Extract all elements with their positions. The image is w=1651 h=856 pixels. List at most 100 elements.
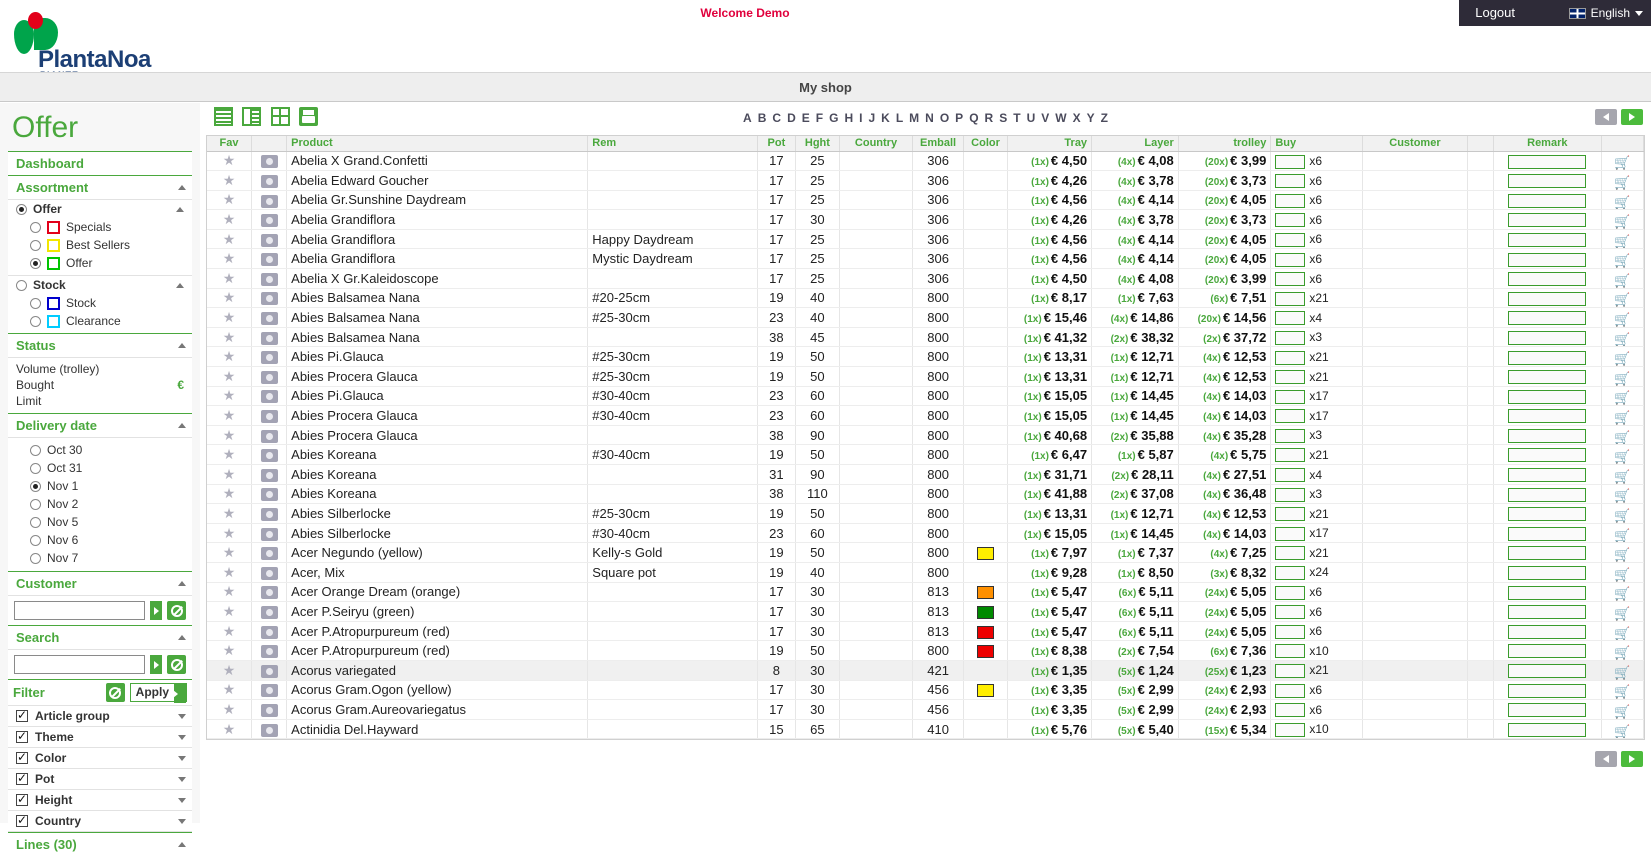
buy-cell[interactable]: x3 <box>1270 425 1363 446</box>
buy-cell[interactable]: x21 <box>1270 660 1363 681</box>
cart-cell[interactable] <box>1601 307 1645 328</box>
remark-cell[interactable] <box>1493 660 1602 681</box>
dashboard-panel[interactable]: Dashboard <box>8 151 192 175</box>
camera-icon[interactable] <box>260 508 278 522</box>
favorite-cell[interactable]: ★ <box>207 582 253 603</box>
remark-input[interactable] <box>1508 722 1587 737</box>
remark-input[interactable] <box>1508 644 1587 659</box>
cart-cell[interactable] <box>1601 503 1645 524</box>
buy-quantity-input[interactable] <box>1275 193 1306 208</box>
product-name-cell[interactable]: Acer P.Atropurpureum (red) <box>286 640 589 661</box>
col-buy[interactable]: Buy <box>1270 136 1363 152</box>
product-name-cell[interactable]: Abies Silberlocke <box>286 503 589 524</box>
buy-quantity-input[interactable] <box>1275 605 1306 620</box>
buy-cell[interactable]: x6 <box>1270 680 1363 701</box>
buy-cell[interactable]: x21 <box>1270 288 1363 309</box>
star-icon[interactable]: ★ <box>223 309 236 325</box>
photo-cell[interactable] <box>251 699 288 720</box>
photo-cell[interactable] <box>251 425 288 446</box>
camera-icon[interactable] <box>260 429 278 443</box>
favorite-cell[interactable]: ★ <box>207 503 253 524</box>
camera-icon[interactable] <box>260 155 278 169</box>
shopping-cart-icon[interactable] <box>1613 312 1632 325</box>
cart-cell[interactable] <box>1601 542 1645 563</box>
cart-cell[interactable] <box>1601 346 1645 368</box>
buy-quantity-input[interactable] <box>1275 526 1306 541</box>
buy-cell[interactable]: x6 <box>1270 268 1363 289</box>
favorite-cell[interactable]: ★ <box>207 190 253 211</box>
shopping-cart-icon[interactable] <box>1613 449 1632 462</box>
cart-cell[interactable] <box>1601 405 1645 426</box>
cart-cell[interactable] <box>1601 601 1645 622</box>
filter-item-height[interactable]: Height <box>8 790 192 811</box>
cart-cell[interactable] <box>1601 464 1645 485</box>
remark-input[interactable] <box>1508 174 1587 189</box>
shopping-cart-icon[interactable] <box>1613 684 1632 697</box>
alpha-C[interactable]: C <box>769 111 784 125</box>
filter-item-color[interactable]: Color <box>8 748 192 769</box>
collapse-icon[interactable] <box>178 635 186 640</box>
star-icon[interactable]: ★ <box>223 348 236 364</box>
delivery-date-nov-5[interactable]: Nov 5 <box>8 513 192 531</box>
favorite-cell[interactable]: ★ <box>207 601 253 622</box>
table-row[interactable]: ★ Abelia Gr.Sunshine Daydream 17 25 306 (1x) €… <box>207 190 1645 211</box>
buy-cell[interactable]: x6 <box>1270 699 1363 720</box>
star-icon[interactable]: ★ <box>223 289 236 305</box>
camera-icon[interactable] <box>260 723 278 737</box>
shopping-cart-icon[interactable] <box>1613 547 1632 560</box>
radio-best-sellers[interactable] <box>30 239 41 251</box>
customer-input[interactable] <box>14 601 145 620</box>
status-header[interactable]: Status <box>8 334 192 358</box>
photo-cell[interactable] <box>251 582 288 603</box>
previous-page-button-bottom[interactable] <box>1595 751 1617 767</box>
cart-cell[interactable] <box>1601 680 1645 701</box>
cart-cell[interactable] <box>1601 327 1645 348</box>
photo-cell[interactable] <box>251 248 288 270</box>
apply-filter-button[interactable]: Apply <box>129 683 187 703</box>
shopping-cart-icon[interactable] <box>1613 508 1632 521</box>
radio-nov-2[interactable] <box>30 498 41 510</box>
buy-quantity-input[interactable] <box>1275 409 1306 424</box>
shopping-cart-icon[interactable] <box>1613 626 1632 639</box>
remark-cell[interactable] <box>1493 719 1602 740</box>
delivery-date-nov-7[interactable]: Nov 7 <box>8 549 192 567</box>
product-name-cell[interactable]: Abies Pi.Glauca <box>286 386 589 407</box>
remark-cell[interactable] <box>1493 190 1602 211</box>
favorite-cell[interactable]: ★ <box>207 660 253 681</box>
shopping-cart-icon[interactable] <box>1613 469 1632 482</box>
favorite-cell[interactable]: ★ <box>207 444 253 465</box>
star-icon[interactable]: ★ <box>223 564 236 580</box>
my-shop-bar[interactable]: My shop <box>0 72 1651 102</box>
col-pot[interactable]: Pot <box>757 136 796 152</box>
product-name-cell[interactable]: Abelia X Gr.Kaleidoscope <box>286 268 589 289</box>
alpha-Z[interactable]: Z <box>1098 111 1111 125</box>
col-tray[interactable]: Tray <box>1007 136 1093 152</box>
buy-cell[interactable]: x6 <box>1270 582 1363 603</box>
camera-icon[interactable] <box>260 410 278 424</box>
remark-cell[interactable] <box>1493 248 1602 270</box>
product-name-cell[interactable]: Abies Koreana <box>286 464 589 485</box>
star-icon[interactable]: ★ <box>223 662 236 678</box>
product-name-cell[interactable]: Acorus Gram.Ogon (yellow) <box>286 680 589 701</box>
table-row[interactable]: ★ Acer Negundo (yellow) Kelly-s Gold 19 50 80… <box>207 542 1645 563</box>
camera-icon[interactable] <box>260 253 278 267</box>
table-row[interactable]: ★ Acer P.Atropurpureum (red) 17 30 813 (1x) € … <box>207 621 1645 642</box>
buy-cell[interactable]: x3 <box>1270 484 1363 505</box>
product-name-cell[interactable]: Acer Orange Dream (orange) <box>286 582 589 603</box>
remark-input[interactable] <box>1508 448 1587 463</box>
camera-icon[interactable] <box>260 605 278 619</box>
star-icon[interactable]: ★ <box>223 681 236 697</box>
filter-clear-button[interactable] <box>105 683 125 702</box>
favorite-cell[interactable]: ★ <box>207 248 253 270</box>
assortment-item-best-sellers[interactable]: Best Sellers <box>8 236 192 254</box>
remark-input[interactable] <box>1508 507 1587 522</box>
table-row[interactable]: ★ Acer P.Atropurpureum (red) 19 50 800 (1x) € … <box>207 640 1645 661</box>
alpha-X[interactable]: X <box>1070 111 1084 125</box>
table-row[interactable]: ★ Abies Pi.Glauca #25-30cm 19 50 800 (1x) € 13,… <box>207 346 1645 368</box>
camera-icon[interactable] <box>260 547 278 561</box>
filter-item-pot[interactable]: Pot <box>8 769 192 790</box>
favorite-cell[interactable]: ★ <box>207 229 253 250</box>
table-row[interactable]: ★ Abies Koreana 38 110 800 (1x) € 41,88 (2x) € 3… <box>207 484 1645 505</box>
favorite-cell[interactable]: ★ <box>207 621 253 642</box>
cart-cell[interactable] <box>1601 523 1645 544</box>
